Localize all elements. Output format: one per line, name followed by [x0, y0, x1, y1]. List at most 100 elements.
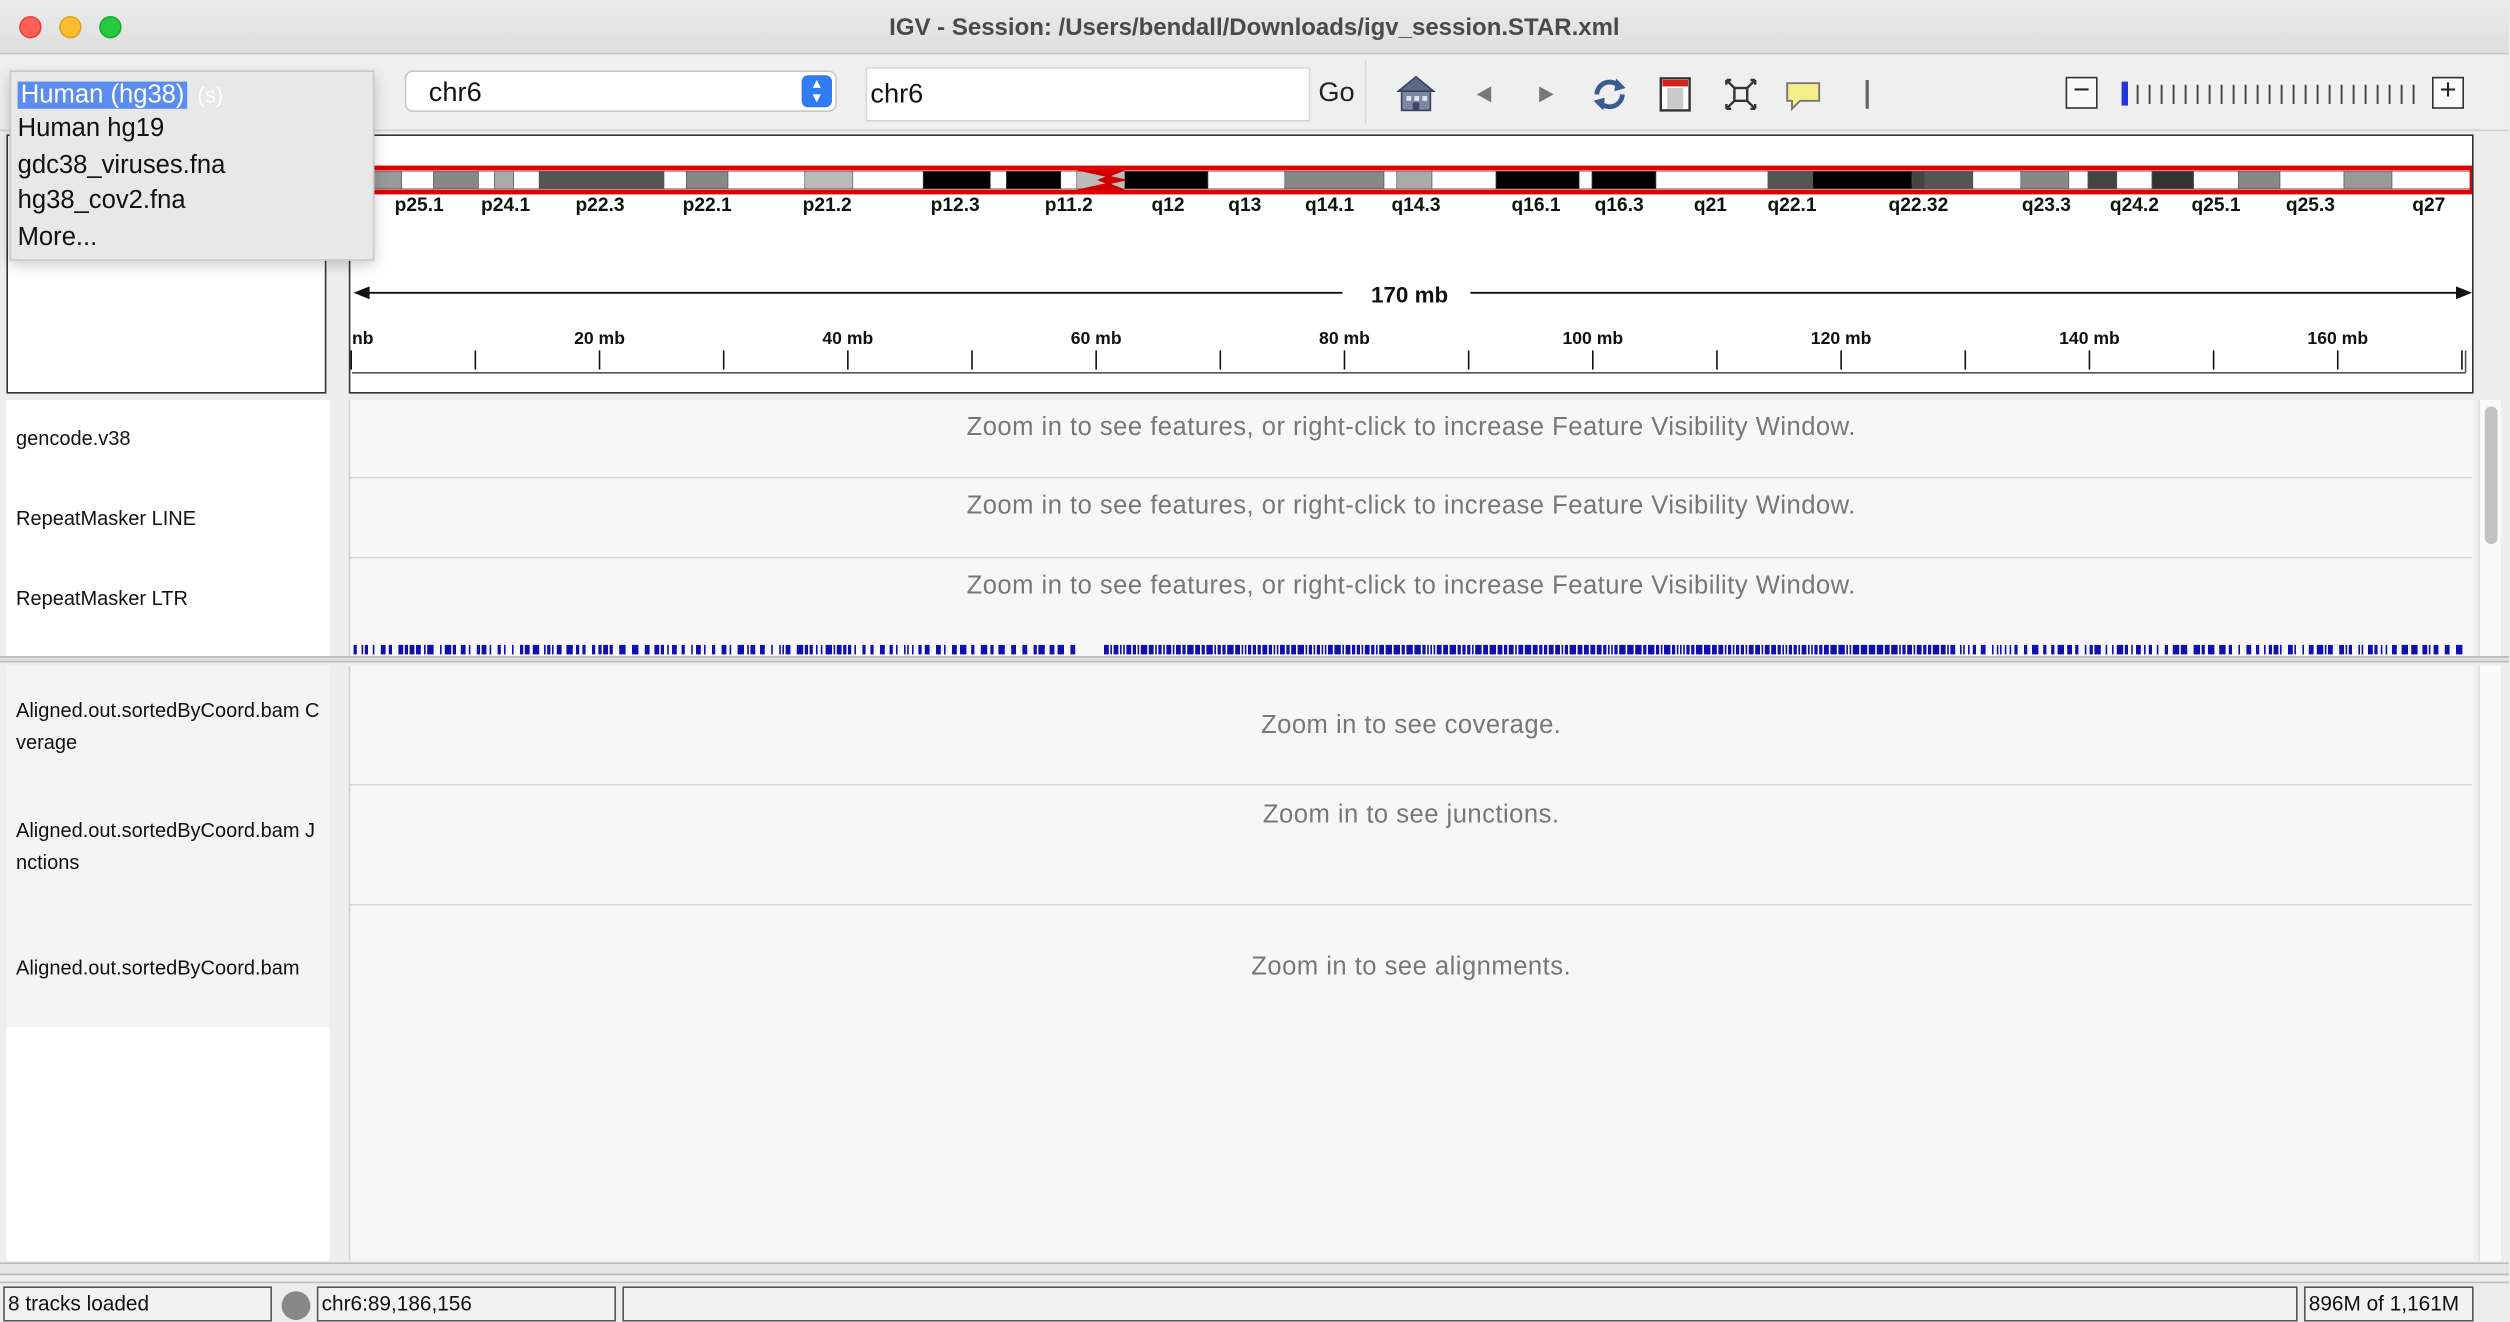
track-row[interactable]: Zoom in to see coverage.: [350, 666, 2473, 786]
track-row[interactable]: Zoom in to see features, or right-click …: [350, 400, 2473, 479]
density-bar: [1049, 644, 1055, 655]
density-bar: [747, 644, 749, 655]
density-bar: [2084, 644, 2087, 655]
header-data-panel[interactable]: p25.1 p24.1 p22.3 p22.1 p21.2 p12.3 p11.2 q12 q1…: [348, 134, 2474, 394]
memory-status[interactable]: 896M of 1,161M: [2304, 1286, 2474, 1322]
density-bar: [2411, 644, 2418, 655]
zoom-out-icon[interactable]: −: [2065, 75, 2098, 109]
zoom-message: Zoom in to see features, or right-click …: [966, 414, 1856, 442]
genome-option[interactable]: hg38_cov2.fna: [11, 184, 373, 219]
density-bar: [2256, 644, 2260, 655]
panel-divider[interactable]: [0, 656, 2509, 663]
density-bar: [1252, 644, 1256, 655]
density-bar: [2124, 644, 2128, 655]
density-bar: [576, 644, 580, 655]
genome-option[interactable]: gdc38_viruses.fna: [11, 149, 373, 184]
density-bar: [1467, 644, 1471, 655]
alignment-panel-scrollbar[interactable]: [2478, 665, 2501, 1261]
density-bar: [737, 644, 744, 655]
density-bar: [1483, 644, 1488, 655]
density-bar: [388, 644, 392, 655]
density-bar: [2051, 644, 2055, 655]
region-of-interest-icon[interactable]: [1654, 74, 1696, 116]
locus-input[interactable]: [865, 67, 1311, 122]
feature-panel-scrollbar[interactable]: [2478, 400, 2501, 656]
density-bar: [1808, 644, 1810, 655]
track-name-gencode[interactable]: gencode.v38: [16, 422, 333, 454]
density-bar: [440, 644, 442, 655]
density-bar: [427, 644, 434, 655]
alignment-names-blank: [6, 1027, 330, 1261]
feature-data-panel[interactable]: Zoom in to see features, or right-click …: [348, 400, 2474, 656]
density-bar: [609, 644, 613, 655]
density-bar: [1627, 644, 1634, 655]
density-bar: [2004, 644, 2007, 655]
refresh-icon[interactable]: [1589, 74, 1631, 116]
density-bar: [489, 644, 492, 655]
zoom-slider[interactable]: [2115, 80, 2419, 106]
density-bar: [1732, 644, 1735, 655]
chromosome-select[interactable]: chr6 ▴ ▾: [404, 70, 837, 112]
zoom-in-icon[interactable]: +: [2432, 75, 2464, 109]
back-arrow-icon[interactable]: [1464, 74, 1506, 116]
panel-divider[interactable]: [0, 1262, 2509, 1276]
density-bar: [2324, 644, 2327, 655]
density-bar: [2075, 644, 2079, 655]
genome-option[interactable]: Human (hg38) (s): [11, 77, 373, 112]
popup-info-icon[interactable]: [1782, 74, 1824, 116]
density-bar: [1515, 644, 1517, 655]
track-row[interactable]: Zoom in to see features, or right-click …: [350, 478, 2473, 559]
home-icon[interactable]: [1395, 74, 1437, 116]
message-status: [622, 1286, 2298, 1322]
go-button[interactable]: Go: [1318, 77, 1354, 109]
density-bar: [1280, 644, 1285, 655]
density-bar: [729, 644, 732, 655]
genome-dropdown-list[interactable]: Human (hg38) (s) Human hg19 gdc38_viruses…: [9, 70, 375, 261]
density-bar: [547, 644, 551, 655]
density-bar: [1352, 644, 1356, 655]
forward-arrow-icon[interactable]: [1525, 74, 1567, 116]
genome-option[interactable]: Human hg19: [11, 112, 373, 147]
density-bar: [2444, 644, 2450, 655]
density-bar: [512, 644, 514, 655]
density-bar: [2433, 644, 2439, 655]
track-row[interactable]: Zoom in to see alignments.: [350, 906, 2472, 1261]
density-bar: [481, 644, 487, 655]
track-name-alignments[interactable]: Aligned.out.sortedByCoord.bam: [16, 952, 333, 984]
track-name-repeatmasker-ltr[interactable]: RepeatMasker LTR: [16, 582, 333, 614]
density-bar: [1057, 644, 1064, 655]
track-row[interactable]: Zoom in to see features, or right-click …: [350, 558, 2472, 638]
fit-to-window-icon[interactable]: [1720, 74, 1762, 116]
scrollbar-thumb[interactable]: [2484, 406, 2498, 544]
density-bar: [2000, 644, 2002, 655]
density-bar: [592, 644, 596, 655]
track-row[interactable]: Zoom in to see junctions.: [350, 786, 2473, 906]
density-bar: [1033, 644, 1037, 655]
density-bar: [1443, 644, 1448, 655]
track-name-line: verage: [16, 731, 78, 754]
track-name-coverage[interactable]: Aligned.out.sortedByCoord.bam C verage: [16, 694, 333, 758]
density-bar: [1524, 644, 1532, 655]
density-bar: [1286, 644, 1290, 655]
density-bar: [2422, 644, 2428, 655]
density-bar: [1577, 644, 1583, 655]
ruler[interactable]: 170 mb nb 20 mb 40 mb 60 mb 80 mb 100 mb 120 …: [350, 136, 2473, 394]
density-bar: [760, 644, 765, 655]
track-name-repeatmasker-line[interactable]: RepeatMasker LINE: [16, 502, 333, 534]
density-bar: [672, 644, 677, 655]
density-bar: [1158, 644, 1162, 655]
density-bar: [1950, 644, 1956, 655]
density-bar: [1313, 644, 1316, 655]
track-name-junctions[interactable]: Aligned.out.sortedByCoord.bam J nctions: [16, 814, 333, 878]
genome-option-more[interactable]: More...: [11, 221, 373, 256]
density-bar: [889, 644, 893, 655]
density-bar: [1244, 644, 1247, 655]
ruler-tick-label: 100 mb: [1562, 328, 1623, 348]
density-bar: [1379, 644, 1384, 655]
ruler-tick-label: 60 mb: [1071, 328, 1122, 348]
alignment-data-panel[interactable]: Zoom in to see coverage. Zoom in to see …: [348, 665, 2474, 1261]
density-bar: [1676, 644, 1679, 655]
density-bar: [1704, 644, 1711, 655]
density-bar: [1262, 644, 1268, 655]
density-bar: [870, 644, 874, 655]
